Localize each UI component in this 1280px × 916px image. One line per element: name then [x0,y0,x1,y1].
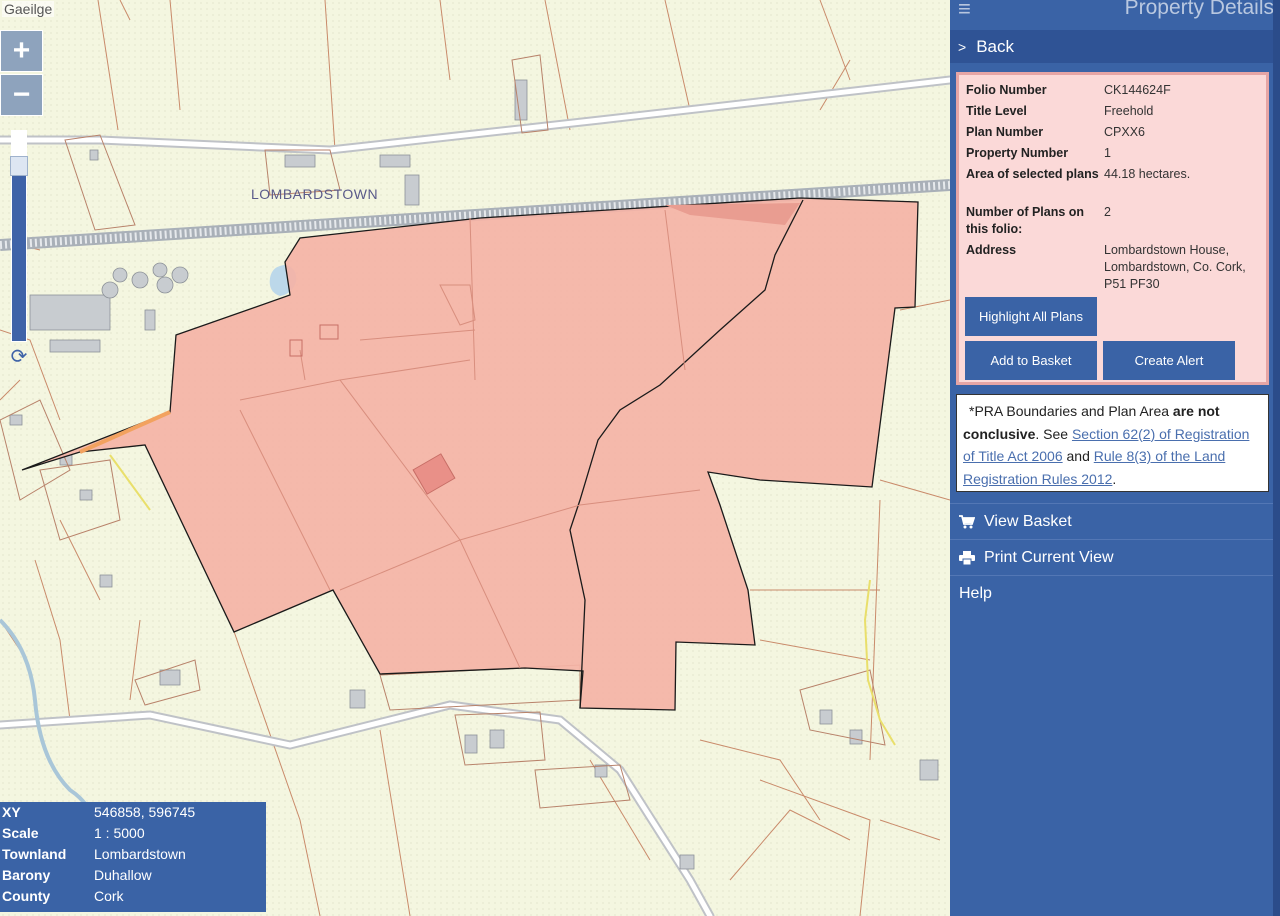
info-key: Scale [2,825,39,841]
info-key: County [2,888,51,904]
view-basket-label: View Basket [984,512,1072,530]
lane-2 [109,454,151,511]
coordinate-info-box: XY 546858, 596745 Scale 1 : 5000 Townland L… [0,802,266,912]
townland-map-label: LOMBARDSTOWN [251,186,379,202]
detail-row-folio: Folio Number CK144624F [966,82,1266,99]
info-value: 1 : 5000 [94,825,145,841]
lane [863,579,896,746]
help-label: Help [959,584,992,602]
info-key: Barony [2,867,51,883]
printer-icon [958,550,976,565]
detail-key: Property Number [966,146,1069,160]
sidebar-header: ≡ Property Details [950,0,1280,26]
detail-row-plans-count: Number of Plans on this folio: 2 [966,204,1266,238]
print-view-label: Print Current View [984,548,1114,566]
folio-number-value: CK144624F [1104,83,1171,97]
info-row: County Cork [0,886,266,907]
refresh-icon[interactable]: ⟳ [8,346,30,368]
language-link[interactable]: Gaeilge [2,1,55,17]
plans-count-value: 2 [1104,205,1111,219]
detail-row-address: Address Lombardstown House, Lombardstown… [966,242,1266,293]
zoom-in-button[interactable]: + [0,30,43,72]
disclaimer-box: *PRA Boundaries and Plan Area are not co… [956,394,1269,492]
map-canvas[interactable]: Gaeilge + − ⟳ LOMBARDSTOWN XY 546858, 596… [0,0,950,916]
info-row: Townland Lombardstown [0,844,266,865]
detail-key: Area of selected plans [966,167,1099,181]
shopping-cart-icon [958,514,976,529]
info-value: Cork [94,888,124,904]
property-number-value: 1 [1104,146,1111,160]
info-value: Duhallow [94,867,152,883]
disclaimer-text: . See [1035,425,1072,442]
detail-row-plan-number: Plan Number CPXX6 [966,124,1266,141]
title-level-value: Freehold [1104,104,1154,118]
info-row: Barony Duhallow [0,865,266,886]
sidebar-scrollbar[interactable] [1273,0,1280,916]
create-alert-button[interactable]: Create Alert [1103,341,1235,380]
detail-key: Title Level [966,104,1027,118]
detail-row-title-level: Title Level Freehold [966,103,1266,120]
detail-key: Plan Number [966,125,1044,139]
detail-key: Address [966,243,1017,257]
help-link[interactable]: Help [950,575,1280,611]
disclaimer-text: . [1112,470,1117,487]
view-basket-link[interactable]: View Basket [950,503,1280,539]
add-to-basket-button[interactable]: Add to Basket [965,341,1097,380]
back-label: Back [976,36,1014,56]
detail-row-area: Area of selected plans 44.18 hectares. [966,166,1266,183]
info-row: XY 546858, 596745 [0,802,266,823]
disclaimer-text: and [1062,448,1094,464]
info-key: XY [2,804,21,820]
print-current-view-link[interactable]: Print Current View [950,539,1280,575]
hamburger-menu-icon[interactable]: ≡ [958,0,971,20]
info-value: Lombardstown [94,846,186,862]
zoom-slider[interactable] [10,130,28,342]
detail-key: Folio Number [966,83,1047,97]
zoom-out-button[interactable]: − [0,74,43,116]
chevron-right-icon: > [958,38,967,55]
back-button[interactable]: > Back [950,30,1280,63]
detail-row-property-number: Property Number 1 [966,145,1266,162]
disclaimer-text: *PRA Boundaries and Plan Area [969,403,1173,419]
sidebar-title: Property Details [1124,0,1274,19]
detail-key: Number of Plans on this folio: [966,205,1085,236]
info-key: Townland [2,846,67,862]
address-value: Lombardstown House, Lombardstown, Co. Co… [1104,243,1246,291]
map-svg [0,0,950,916]
zoom-slider-thumb[interactable] [10,156,28,176]
property-details-panel: Folio Number CK144624F Title Level Freeh… [956,72,1269,385]
info-value: 546858, 596745 [94,804,196,820]
plan-number-value: CPXX6 [1104,125,1145,139]
zoom-track [12,131,26,156]
area-value: 44.18 hectares. [1104,167,1191,181]
info-row: Scale 1 : 5000 [0,823,266,844]
sidebar: ≡ Property Details > Back Folio Number C… [950,0,1280,916]
highlight-all-plans-button[interactable]: Highlight All Plans [965,297,1097,336]
